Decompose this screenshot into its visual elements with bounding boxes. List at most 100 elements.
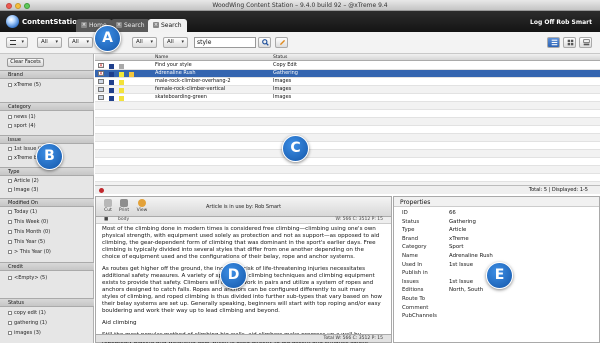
facet-item-label: copy edit (1)	[14, 310, 46, 316]
search-button[interactable]	[258, 37, 271, 48]
column-header-status[interactable]: Status	[273, 55, 287, 60]
paragraph-style[interactable]: body	[118, 217, 129, 222]
checkbox[interactable]	[8, 210, 12, 214]
detail-view-icon	[583, 39, 590, 46]
facet-item[interactable]: xTreme (5)	[8, 82, 41, 88]
column-header-name[interactable]: Name	[155, 55, 168, 60]
checkbox[interactable]	[8, 230, 12, 234]
search-input[interactable]: style	[194, 37, 256, 48]
facet-item[interactable]: Today (1)	[8, 209, 37, 215]
property-value: 1st Issue	[449, 261, 474, 268]
search-icon	[262, 39, 269, 46]
facet-item[interactable]: copy edit (1)	[8, 310, 46, 316]
facet-item[interactable]: Image (3)	[8, 187, 38, 193]
checkbox[interactable]	[8, 311, 12, 315]
table-row[interactable]: A Adrenaline Rush Gathering	[95, 70, 600, 78]
checkbox[interactable]	[8, 276, 12, 280]
list-view-button[interactable]	[547, 37, 560, 48]
facet-item[interactable]: This Week (0)	[8, 219, 48, 225]
table-row[interactable]: A Find your style Copy Edit	[95, 62, 600, 70]
checkbox[interactable]	[8, 220, 12, 224]
checkbox[interactable]	[8, 83, 12, 87]
cut-button[interactable]: Cut	[102, 199, 114, 213]
close-tab-icon[interactable]: ×	[153, 22, 159, 28]
search-toolbar: ▾ All ▾ All ▾ All ▾ All ▾ style	[0, 32, 600, 54]
table-row[interactable]: female-rock-climber-vertical Images	[95, 86, 600, 94]
status-dropdown[interactable]: All ▾	[163, 37, 188, 48]
property-value: xTreme	[449, 235, 469, 242]
status-color-icon	[119, 79, 124, 85]
editor-footer: Total W: 566 C: 3512 P: 15	[96, 334, 391, 342]
facet-item-label: Image (3)	[14, 187, 39, 193]
image-icon	[98, 95, 104, 100]
property-key: Issues	[402, 278, 419, 285]
view-button[interactable]: View	[136, 199, 148, 213]
facet-item[interactable]: <Empty> (5)	[8, 275, 47, 281]
facet-item[interactable]: gathering (1)	[8, 320, 47, 326]
logoff-link[interactable]: Log Off Rob Smart	[530, 19, 592, 26]
property-value: 1st Issue	[449, 278, 474, 285]
callout-e: E	[486, 262, 513, 289]
facet-item-label: images (3)	[14, 330, 41, 336]
close-tab-icon[interactable]: ×	[116, 22, 122, 28]
pencil-icon	[129, 71, 134, 77]
facet-item[interactable]: Article (2)	[8, 178, 39, 184]
style-bar: ■ body W: 566 C: 3512 P: 15	[96, 217, 391, 224]
property-key: Brand	[402, 235, 419, 242]
facet-header-modified[interactable]: Modified On	[0, 198, 94, 207]
dropdown-value: All	[136, 39, 143, 45]
checkbox[interactable]	[8, 147, 12, 151]
dropdown-value: All	[72, 39, 79, 45]
chevron-down-icon: ▾	[150, 39, 153, 45]
clear-search-button[interactable]	[275, 37, 288, 48]
properties-title: Properties	[394, 197, 599, 207]
facet-header-status[interactable]: Status	[0, 298, 94, 307]
facet-header-category[interactable]: Category	[0, 102, 94, 111]
table-row[interactable]: skateboarding-green Images	[95, 94, 600, 102]
checkbox[interactable]	[8, 115, 12, 119]
dropdown-value: All	[167, 39, 174, 45]
thumbnail-view-button[interactable]	[563, 37, 576, 48]
property-key: Used In	[402, 261, 423, 268]
tab-search-label: Search	[161, 22, 182, 29]
facet-header-brand[interactable]: Brand	[0, 70, 94, 79]
property-key: Category	[402, 244, 427, 251]
facet-item[interactable]: > This Year (0)	[8, 249, 51, 255]
facet-item-label: This Week (0)	[14, 219, 49, 225]
detail-view-button[interactable]	[579, 37, 592, 48]
empty-row	[95, 126, 600, 134]
brand-dropdown[interactable]: All ▾	[37, 37, 62, 48]
facet-item[interactable]: This Month (0)	[8, 229, 50, 235]
facet-item[interactable]: news (1)	[8, 114, 36, 120]
facet-item[interactable]: images (3)	[8, 330, 41, 336]
checkbox[interactable]	[8, 188, 12, 192]
article-icon: A	[98, 71, 104, 76]
property-key: Route To	[402, 296, 426, 302]
checkbox[interactable]	[8, 240, 12, 244]
facet-item-label: gathering (1)	[14, 320, 47, 326]
image-icon	[98, 87, 104, 92]
issue-dropdown[interactable]: All ▾	[68, 37, 93, 48]
category-dropdown[interactable]: All ▾	[132, 37, 157, 48]
checkbox[interactable]	[8, 250, 12, 254]
article-icon: A	[98, 63, 104, 68]
record-indicator-icon	[99, 188, 104, 193]
checkbox[interactable]	[8, 331, 12, 335]
table-row[interactable]: male-rock-climber-overhang-2 Images	[95, 78, 600, 86]
checkbox[interactable]	[8, 156, 12, 160]
window-title: WoodWing Content Station – 9.4.0 build 9…	[212, 2, 388, 9]
print-button[interactable]: Print	[118, 199, 130, 213]
layout-menu-button[interactable]: ▾	[6, 37, 28, 48]
facet-header-credit[interactable]: Credit	[0, 262, 94, 271]
tab-search-2[interactable]: × Search	[148, 19, 187, 32]
grid-header: Name Status	[95, 54, 600, 61]
checkbox[interactable]	[8, 124, 12, 128]
facet-item[interactable]: sport (4)	[8, 123, 36, 129]
chevron-down-icon: ▾	[21, 39, 24, 45]
eye-icon	[138, 199, 146, 207]
close-tab-icon[interactable]: ×	[81, 22, 87, 28]
checkbox[interactable]	[8, 179, 12, 183]
clear-facets-button[interactable]: Clear Facets	[7, 58, 44, 67]
facet-item[interactable]: This Year (5)	[8, 239, 45, 245]
checkbox[interactable]	[8, 321, 12, 325]
